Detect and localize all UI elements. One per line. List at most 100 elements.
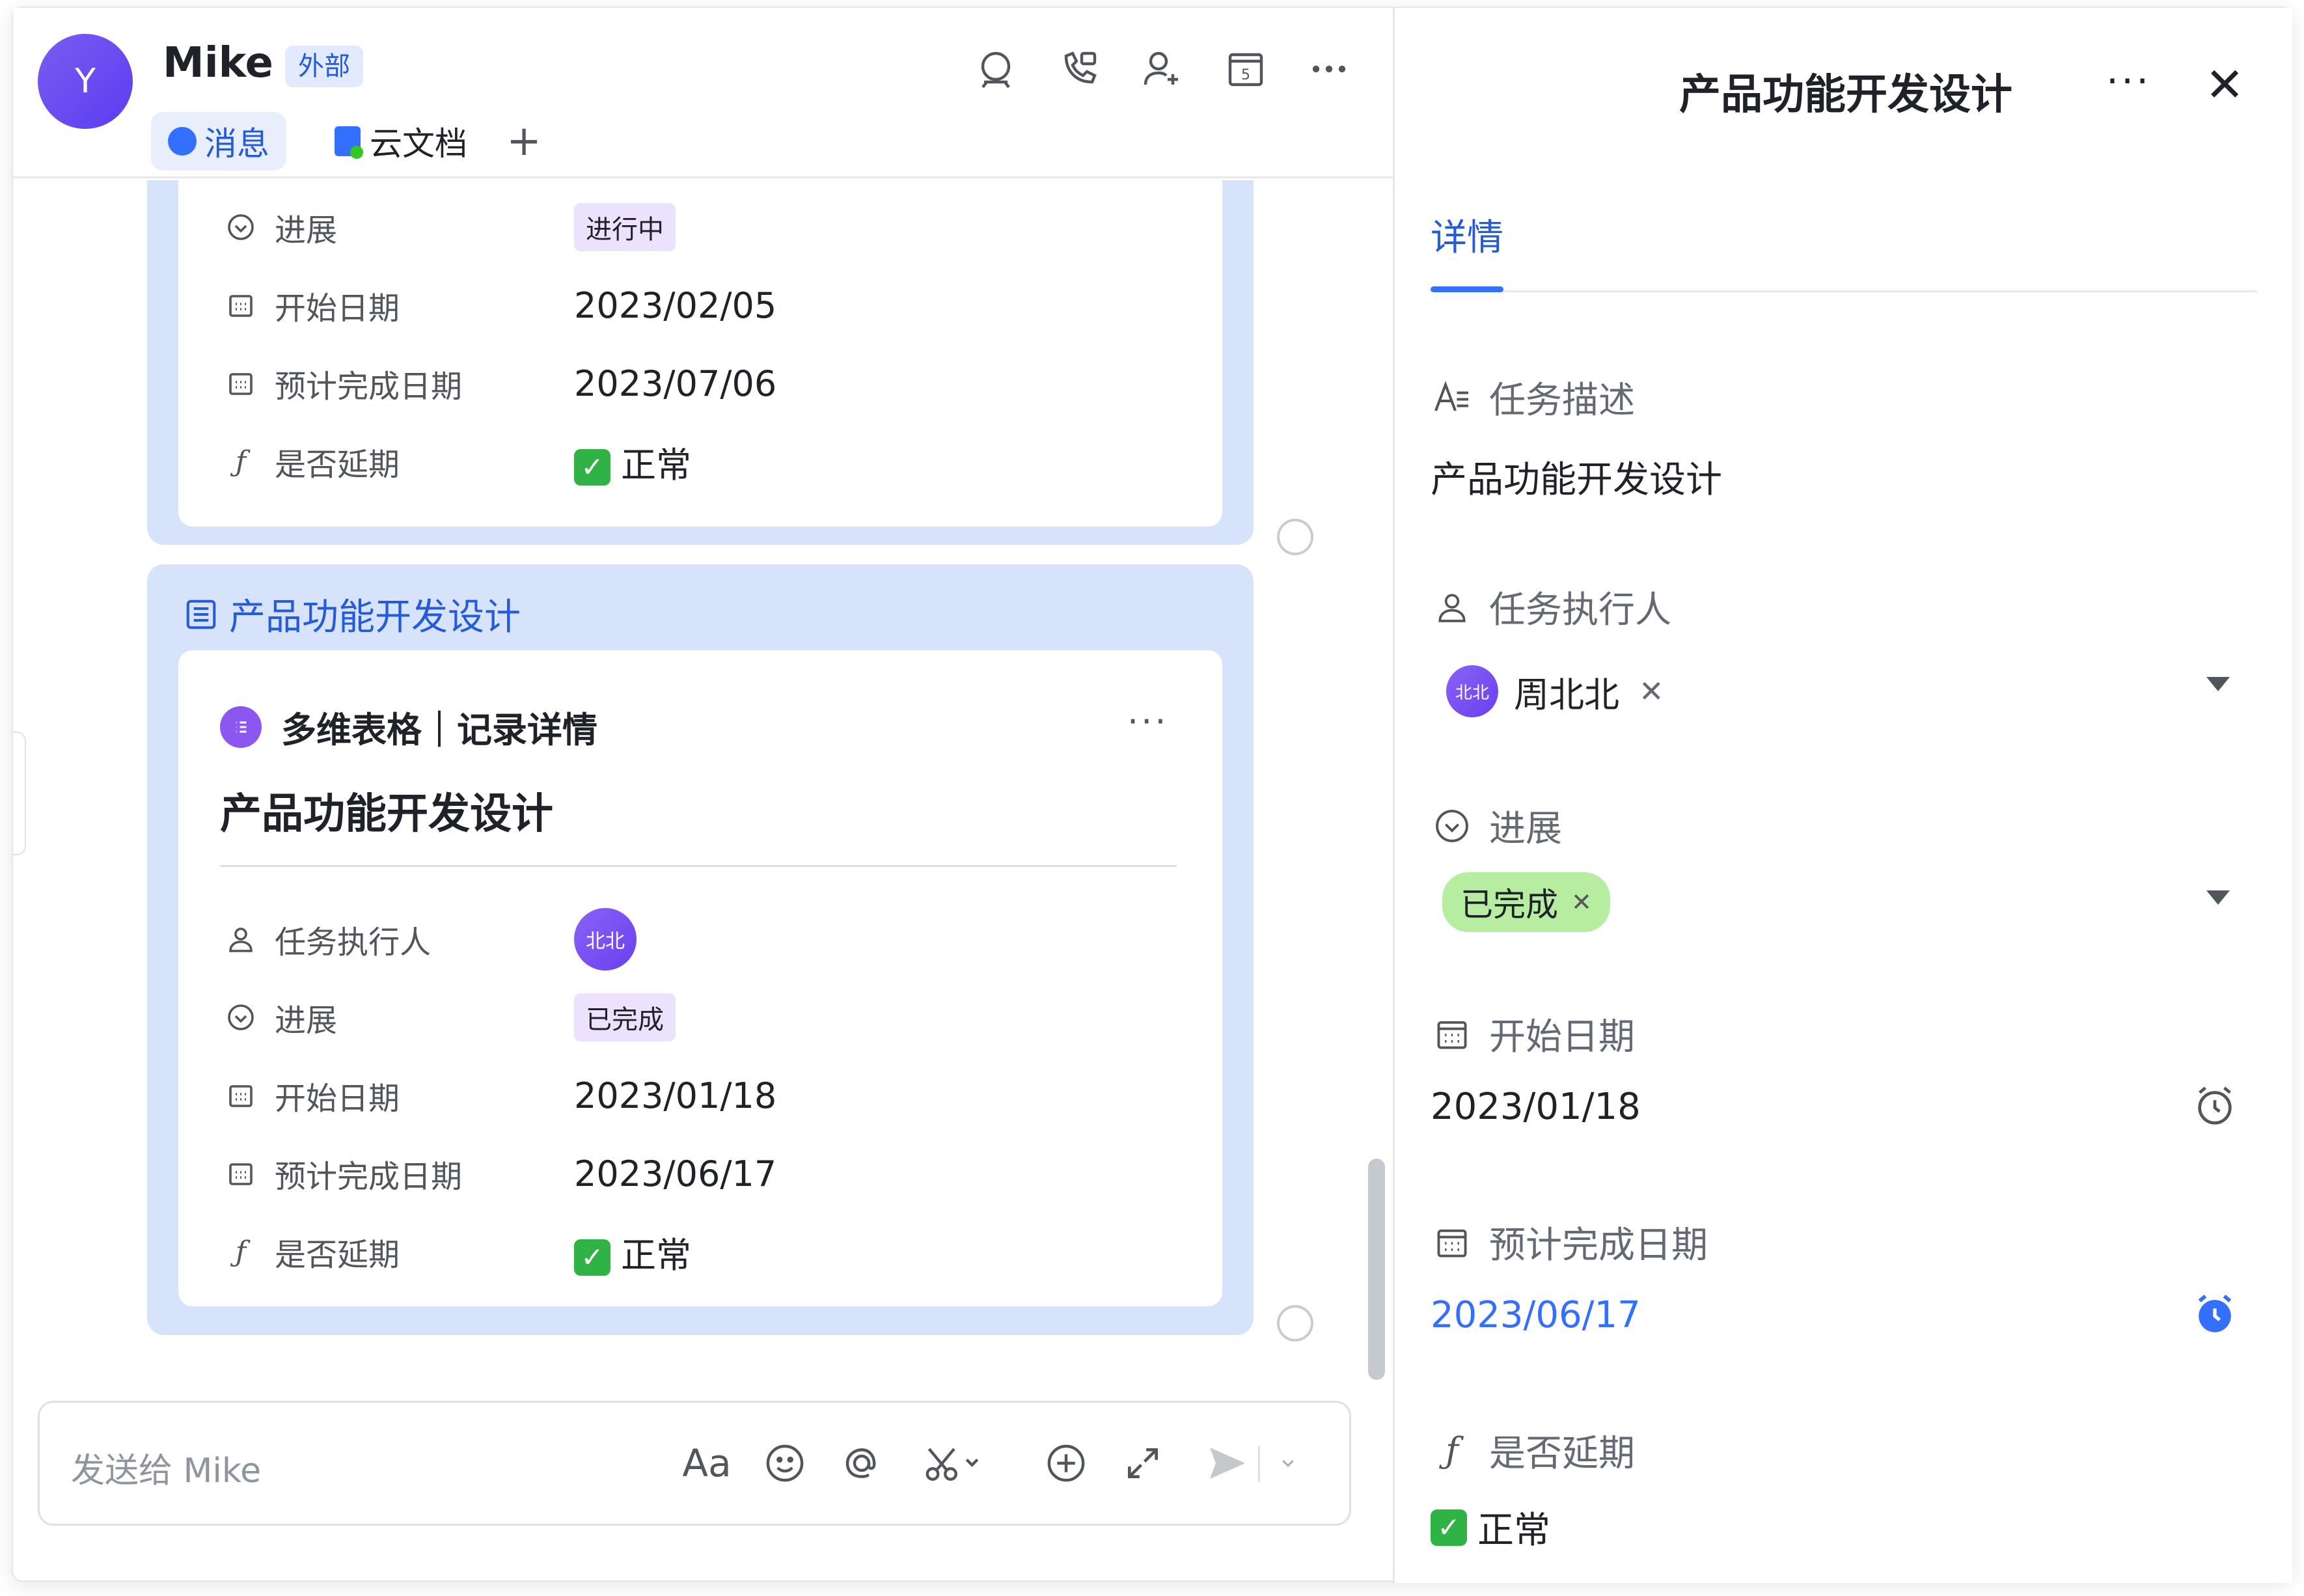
progress-tag: 进行中 <box>574 203 676 251</box>
assignee-chip[interactable]: 北北 周北北 ✕ <box>1446 665 1664 717</box>
contact-avatar[interactable]: Y <box>38 34 133 129</box>
check-icon: ✓ <box>574 448 610 486</box>
field-label: 预计完成日期 <box>275 1159 463 1195</box>
tab-details[interactable]: 详情 <box>1431 208 1503 261</box>
progress-icon <box>223 999 259 1036</box>
field-value: ✓ 正常 <box>574 436 691 488</box>
add-tab-button[interactable]: + <box>495 112 553 171</box>
sidebar-handle[interactable] <box>13 732 26 855</box>
format-icon[interactable]: Aa <box>678 1434 736 1493</box>
label-text: 预计完成日期 <box>1489 1224 1708 1267</box>
calendar-icon <box>1431 1013 1474 1056</box>
field-value: 2023/02/05 <box>574 284 777 326</box>
assignee-avatar: 北北 <box>1446 665 1498 717</box>
delay-value: 正常 <box>621 1234 691 1276</box>
mention-icon[interactable] <box>832 1434 891 1493</box>
due-date-value[interactable]: 2023/06/17 <box>1431 1294 1641 1336</box>
progress-value: 已完成 <box>1461 886 1558 924</box>
progress-chip[interactable]: 已完成 ✕ <box>1442 872 1610 932</box>
remove-assignee-icon[interactable]: ✕ <box>1639 674 1664 709</box>
message-list: 进展 进行中 开始日期 2023/02/05 预计完成日期 2023/07/06… <box>13 180 1393 1375</box>
calendar-icon <box>223 1155 259 1192</box>
delay-value: 正常 <box>1477 1509 1550 1552</box>
field-label: 是否延期 <box>275 447 400 483</box>
field-row-due-date: 预计完成日期 2023/07/06 <box>223 357 1199 409</box>
field-row-progress: 进展 进行中 <box>223 201 1199 253</box>
contact-name[interactable]: Mike <box>163 39 273 87</box>
field-label: 进展 <box>275 212 338 249</box>
progress-dropdown-icon[interactable] <box>2206 890 2230 905</box>
formula-icon: ƒ <box>235 1235 247 1269</box>
field-value: 2023/07/06 <box>574 363 777 404</box>
text-icon <box>1431 376 1474 419</box>
record-card-previous[interactable]: 进展 进行中 开始日期 2023/02/05 预计完成日期 2023/07/06… <box>178 180 1222 527</box>
expand-icon[interactable] <box>1114 1434 1172 1493</box>
assignee-name: 周北北 <box>1514 674 1619 715</box>
record-title: 产品功能开发设计 <box>220 790 553 838</box>
progress-icon <box>1431 805 1474 847</box>
field-label: 是否延期 <box>275 1237 400 1273</box>
assignee-dropdown-icon[interactable] <box>2206 677 2230 691</box>
field-label-delay: ƒ 是否延期 <box>1431 1424 1635 1477</box>
panel-title: 产品功能开发设计 <box>1679 71 2012 119</box>
delay-value-row: ✓ 正常 <box>1431 1501 1550 1554</box>
message-input[interactable]: 发送给 Mike <box>71 1443 261 1492</box>
panel-more-button[interactable]: ··· <box>2106 59 2151 104</box>
screenshot-icon[interactable] <box>912 1434 996 1493</box>
message-composer[interactable]: 发送给 Mike Aa <box>38 1401 1351 1526</box>
card-source: 多维表格｜记录详情 <box>220 701 597 752</box>
progress-tag: 已完成 ✕ <box>1442 872 1610 932</box>
tab-cloud-docs-label: 云文档 <box>370 125 467 163</box>
record-detail-panel <box>1393 8 2292 1583</box>
message-icon <box>168 127 197 156</box>
field-label-assignee: 任务执行人 <box>1431 581 1671 633</box>
tab-cloud-docs[interactable]: 云文档 <box>318 112 484 171</box>
select-radio[interactable] <box>1277 519 1313 555</box>
delay-value: 正常 <box>621 444 691 486</box>
more-icon[interactable] <box>1303 43 1355 95</box>
remove-progress-icon[interactable]: ✕ <box>1571 888 1592 916</box>
label-text: 开始日期 <box>1489 1016 1635 1058</box>
calendar-icon[interactable]: 5 <box>1220 43 1272 95</box>
search-icon[interactable] <box>970 43 1022 95</box>
table-icon <box>186 599 216 629</box>
close-button[interactable]: ✕ <box>2205 61 2244 108</box>
formula-icon: ƒ <box>235 445 247 478</box>
record-card[interactable]: 多维表格｜记录详情 ··· 产品功能开发设计 任务执行人 北北 进展 已完成 开… <box>178 650 1222 1306</box>
calendar-icon <box>223 1077 259 1114</box>
select-radio[interactable] <box>1277 1305 1313 1341</box>
description-value[interactable]: 产品功能开发设计 <box>1431 450 1722 503</box>
send-options-icon[interactable] <box>1269 1434 1308 1493</box>
field-row-start-date: 开始日期 2023/02/05 <box>223 279 1199 331</box>
tab-messages[interactable]: 消息 <box>151 112 286 171</box>
progress-icon <box>223 209 259 245</box>
card-source-label: 多维表格｜记录详情 <box>281 709 597 750</box>
calendar-icon <box>223 365 259 402</box>
field-value: 2023/06/17 <box>574 1153 777 1194</box>
call-icon[interactable] <box>1053 43 1105 95</box>
tab-messages-label: 消息 <box>204 125 269 163</box>
add-icon[interactable] <box>1037 1434 1095 1493</box>
scrollbar[interactable] <box>1368 1159 1385 1380</box>
bubble-title[interactable]: 产品功能开发设计 <box>184 588 521 640</box>
start-date-value[interactable]: 2023/01/18 <box>1431 1086 1641 1128</box>
field-row-due-date: 预计完成日期 2023/06/17 <box>223 1148 1199 1200</box>
progress-tag: 已完成 <box>574 993 676 1041</box>
label-text: 任务执行人 <box>1489 589 1671 631</box>
field-row-progress: 进展 已完成 <box>223 991 1199 1043</box>
label-text: 是否延期 <box>1489 1433 1635 1475</box>
field-value: ✓ 正常 <box>574 1226 691 1278</box>
field-label: 任务执行人 <box>275 924 432 961</box>
card-more-button[interactable]: ··· <box>1127 701 1169 742</box>
add-member-icon[interactable] <box>1136 43 1188 95</box>
send-icon[interactable] <box>1198 1434 1257 1493</box>
field-label: 预计完成日期 <box>275 368 463 405</box>
field-row-delay: ƒ 是否延期 ✓ 正常 <box>223 1226 1199 1278</box>
assignee-avatar[interactable]: 北北 <box>574 908 637 970</box>
field-label-progress: 进展 <box>1431 799 1562 852</box>
emoji-icon[interactable] <box>756 1434 814 1493</box>
person-icon <box>1431 586 1474 629</box>
bubble-title-text: 产品功能开发设计 <box>229 596 521 639</box>
reminder-icon[interactable] <box>2192 1083 2238 1131</box>
reminder-active-icon[interactable] <box>2192 1291 2238 1340</box>
